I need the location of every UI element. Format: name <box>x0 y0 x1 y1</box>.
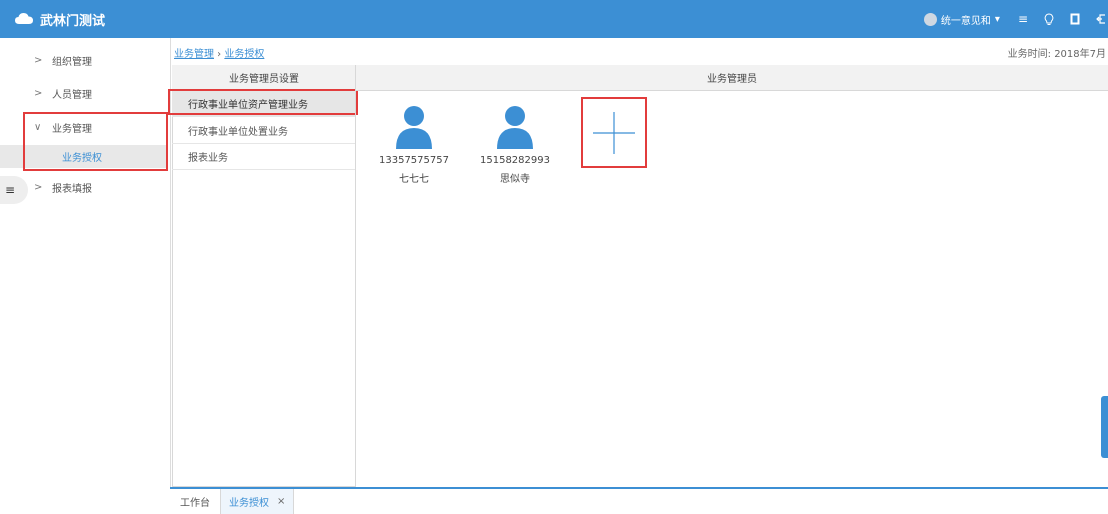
top-bar: 武林门测试 统一意见和 ▾ ≡ <box>0 0 1108 38</box>
biz-item-disposal[interactable]: 行政事业单位处置业务 <box>172 118 356 144</box>
brand: 武林门测试 <box>14 0 105 38</box>
user-menu[interactable]: 统一意见和 ▾ <box>923 12 1000 27</box>
sidebar-item-people[interactable]: > 人员管理 <box>0 79 170 107</box>
business-managers-panel <box>355 65 1108 487</box>
user-name: 统一意见和 <box>940 15 991 27</box>
highlight-box-biz-item <box>168 89 358 115</box>
business-managers-header: 业务管理员 <box>356 65 1108 91</box>
manager-card[interactable]: 15158282993 思似寺 <box>475 105 555 185</box>
user-avatar-icon <box>396 106 432 149</box>
business-time: 业务时间: 2018年7月 <box>1008 45 1106 60</box>
breadcrumb-current[interactable]: 业务授权 <box>224 49 264 60</box>
tab-workbench[interactable]: 工作台 <box>180 489 210 514</box>
logout-icon[interactable] <box>1096 13 1106 25</box>
breadcrumb-parent[interactable]: 业务管理 <box>174 49 214 60</box>
biz-item-reports[interactable]: 报表业务 <box>172 144 356 170</box>
sidebar-collapse-button[interactable]: ≡ <box>0 176 28 204</box>
chevron-right-icon: > <box>34 54 43 66</box>
menu-lines-icon[interactable]: ≡ <box>1018 12 1028 26</box>
tab-authorization[interactable]: 业务授权 × <box>220 489 295 514</box>
header-actions: 统一意见和 ▾ ≡ <box>923 0 1108 38</box>
manager-name: 七七七 <box>399 174 429 185</box>
close-icon[interactable]: × <box>277 496 285 507</box>
hamburger-icon: ≡ <box>5 183 16 197</box>
user-avatar <box>923 12 937 26</box>
add-manager-button[interactable] <box>581 97 647 168</box>
highlight-box-sidebar <box>23 112 168 171</box>
tab-label: 业务授权 <box>229 498 269 509</box>
sidebar: > 组织管理 > 人员管理 ∨ 业务管理 业务授权 > 报表填报 ≡ <box>0 38 171 514</box>
sidebar-item-org[interactable]: > 组织管理 <box>0 46 170 74</box>
side-drawer-tab[interactable] <box>1101 396 1108 458</box>
manager-phone: 15158282993 <box>480 155 550 166</box>
app-title: 武林门测试 <box>40 13 106 29</box>
bulb-icon[interactable] <box>1044 12 1054 26</box>
manager-card[interactable]: 13357575757 七七七 <box>374 105 454 185</box>
sidebar-item-label: 人员管理 <box>52 89 92 101</box>
manager-name: 思似寺 <box>500 174 530 185</box>
chevron-right-icon: > <box>34 181 43 193</box>
chevron-right-icon: > <box>34 87 43 99</box>
tab-bar: 工作台 业务授权 × <box>170 487 1108 514</box>
business-time-label: 业务时间: <box>1007 49 1051 60</box>
breadcrumb: 业务管理 › 业务授权 <box>174 45 264 60</box>
plus-icon <box>593 111 635 154</box>
admin-settings-header: 业务管理员设置 <box>172 65 356 91</box>
business-time-value: 2018年7月 <box>1054 49 1106 60</box>
sidebar-item-label: 组织管理 <box>52 56 92 68</box>
cloud-logo-icon <box>14 11 34 28</box>
sidebar-item-label: 报表填报 <box>52 183 92 195</box>
breadcrumb-separator: › <box>214 49 225 60</box>
user-avatar-icon <box>497 106 533 149</box>
fullscreen-icon[interactable] <box>1070 13 1080 25</box>
caret-down-icon: ▾ <box>994 13 1000 25</box>
manager-phone: 13357575757 <box>379 155 449 166</box>
